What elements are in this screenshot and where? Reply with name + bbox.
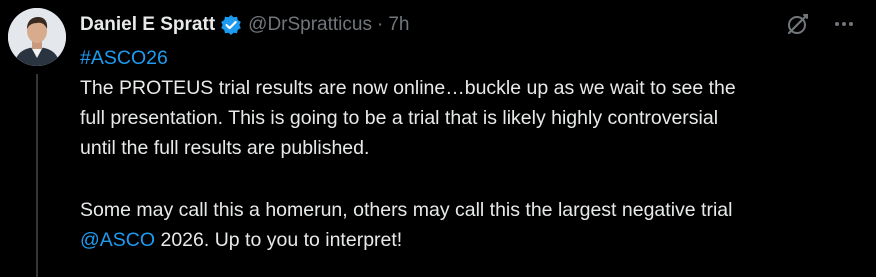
tweet-text-line: Some may call this a homerun, others may…: [80, 199, 733, 221]
tweet[interactable]: Daniel E Spratt @DrSpratticus · 7h #ASCO…: [0, 0, 876, 277]
display-name[interactable]: Daniel E Spratt: [80, 14, 215, 36]
tweet-header: Daniel E Spratt @DrSpratticus · 7h: [80, 10, 409, 40]
author-handle[interactable]: @DrSpratticus: [248, 14, 372, 36]
tweet-text-line: The PROTEUS trial results are now online…: [80, 77, 736, 99]
tweet-text-line: full presentation. This is going to be a…: [80, 107, 719, 129]
tweet-text-line: until the full results are published.: [80, 137, 370, 159]
tweet-text-fragment: 2026. Up to you to interpret!: [155, 229, 403, 251]
header-separator: ·: [376, 14, 384, 35]
verified-badge-icon[interactable]: [220, 14, 242, 36]
paragraph-break: [80, 163, 860, 195]
tweet-actions: [786, 12, 856, 36]
mention-link[interactable]: @ASCO: [80, 229, 155, 251]
hashtag-link[interactable]: #ASCO26: [80, 43, 860, 73]
thread-line: [36, 74, 38, 277]
grok-icon[interactable]: [786, 12, 810, 36]
tweet-text: #ASCO26 The PROTEUS trial results are no…: [80, 43, 860, 255]
timestamp[interactable]: 7h: [388, 14, 409, 36]
avatar-portrait-icon: [8, 8, 66, 66]
tweet-text-line: @ASCO 2026. Up to you to interpret!: [80, 225, 860, 255]
more-options-icon[interactable]: [832, 12, 856, 36]
avatar-column: [8, 8, 68, 277]
avatar[interactable]: [8, 8, 66, 66]
